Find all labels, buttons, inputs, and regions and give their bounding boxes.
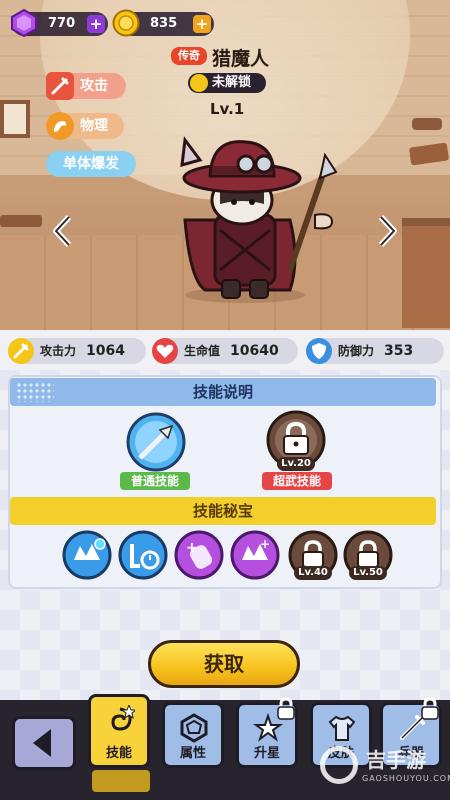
- add-gems-button[interactable]: +: [87, 15, 105, 33]
- hp-label: 生命值: [184, 344, 221, 358]
- hp-value: 10640: [230, 343, 279, 359]
- defense-value: 353: [384, 343, 414, 359]
- gem-amount: 770: [48, 16, 76, 31]
- tab-star-up-label: 升星: [253, 746, 280, 761]
- potion-treasure-icon[interactable]: +: [174, 530, 224, 580]
- add-coins-button[interactable]: +: [193, 15, 211, 33]
- tab-attributes-label: 属性: [179, 746, 206, 761]
- treasure-section-title: 技能秘宝: [192, 502, 253, 520]
- shirt-icon: [328, 715, 356, 741]
- back-button[interactable]: [12, 716, 76, 770]
- tab-star-up[interactable]: 升星: [236, 697, 298, 768]
- hp-stat: 生命值 10640: [152, 338, 298, 364]
- tag-physical-label: 物理: [80, 118, 108, 134]
- gold-coin-icon: [112, 9, 140, 37]
- burst-treasure-icon[interactable]: [62, 530, 112, 580]
- attack-value: 1064: [86, 343, 125, 359]
- right-cabinet: [402, 218, 450, 328]
- purple-gem-icon: [11, 9, 37, 37]
- watermark-subtitle: GAOSHOUYOU.COM: [362, 774, 450, 783]
- svg-text:+: +: [260, 537, 270, 551]
- super-skill-level: Lv.20: [277, 457, 315, 471]
- wall-lamp: [412, 118, 442, 130]
- normal-skill-label: 普通技能: [120, 472, 190, 490]
- attack-label: 攻击力: [40, 344, 77, 358]
- svg-text:+: +: [186, 540, 198, 556]
- lock-icon: [277, 697, 295, 720]
- hero-character-image: [180, 136, 338, 303]
- bicep-icon: [46, 112, 74, 140]
- defense-stat: 防御力 353: [306, 338, 444, 364]
- super-skill-label: 超武技能: [262, 472, 332, 490]
- watermark-title: 吉手游: [366, 748, 426, 772]
- watermark-logo-icon: [320, 746, 358, 784]
- tag-attack-label: 攻击: [80, 78, 108, 94]
- treasure-lock-level-40: Lv.40: [294, 566, 332, 580]
- coin-amount: 835: [150, 16, 178, 31]
- coin-counter: 835 +: [112, 9, 214, 37]
- rarity-badge: 传奇: [171, 47, 207, 65]
- tag-attack: 攻击: [46, 72, 126, 100]
- skills-section-title: 技能说明: [192, 383, 253, 401]
- gem-counter: 770 +: [11, 9, 108, 37]
- hexagon-icon: [180, 713, 208, 743]
- next-hero-arrow-icon[interactable]: [376, 214, 398, 248]
- lock-icon: [421, 697, 439, 720]
- hero-name: 猎魔人: [212, 48, 270, 70]
- tag-physical: 物理: [46, 112, 124, 140]
- fist-icon: [190, 74, 208, 92]
- sword-icon: [46, 72, 74, 100]
- shield-icon: [306, 338, 332, 364]
- left-shelf: [0, 215, 42, 227]
- tag-single-burst: 单体爆发: [46, 151, 136, 177]
- back-arrow-icon: [33, 729, 51, 757]
- swirl-icon: [111, 705, 135, 731]
- attack-stat: 攻击力 1064: [8, 338, 146, 364]
- heart-icon: [152, 338, 178, 364]
- skills-section-header: 技能说明: [10, 378, 436, 406]
- header-decoration: [16, 382, 54, 402]
- tab-skills[interactable]: 技能: [88, 694, 150, 768]
- active-tab-indicator: [92, 770, 150, 792]
- cooldown-treasure-icon[interactable]: [118, 530, 168, 580]
- explosion-treasure-icon[interactable]: +: [230, 530, 280, 580]
- lock-status-badge: 未解锁: [188, 73, 266, 93]
- previous-hero-arrow-icon[interactable]: [52, 214, 74, 248]
- tab-attributes[interactable]: 属性: [162, 702, 224, 768]
- defense-label: 防御力: [338, 344, 375, 358]
- treasure-lock-level-50: Lv.50: [349, 566, 387, 580]
- stats-bar: 攻击力 1064 生命值 10640 防御力 353: [0, 330, 450, 370]
- tab-skills-label: 技能: [105, 746, 132, 761]
- site-watermark: 吉手游 GAOSHOUYOU.COM: [318, 744, 450, 792]
- hero-level: Lv.1: [210, 100, 245, 118]
- treasure-section-header: 技能秘宝: [10, 497, 436, 525]
- lock-status-text: 未解锁: [212, 75, 252, 90]
- sword-icon: [8, 338, 34, 364]
- spear-skill-icon[interactable]: [126, 412, 186, 472]
- acquire-button[interactable]: 获取: [148, 640, 300, 688]
- picture-frame: [0, 100, 30, 138]
